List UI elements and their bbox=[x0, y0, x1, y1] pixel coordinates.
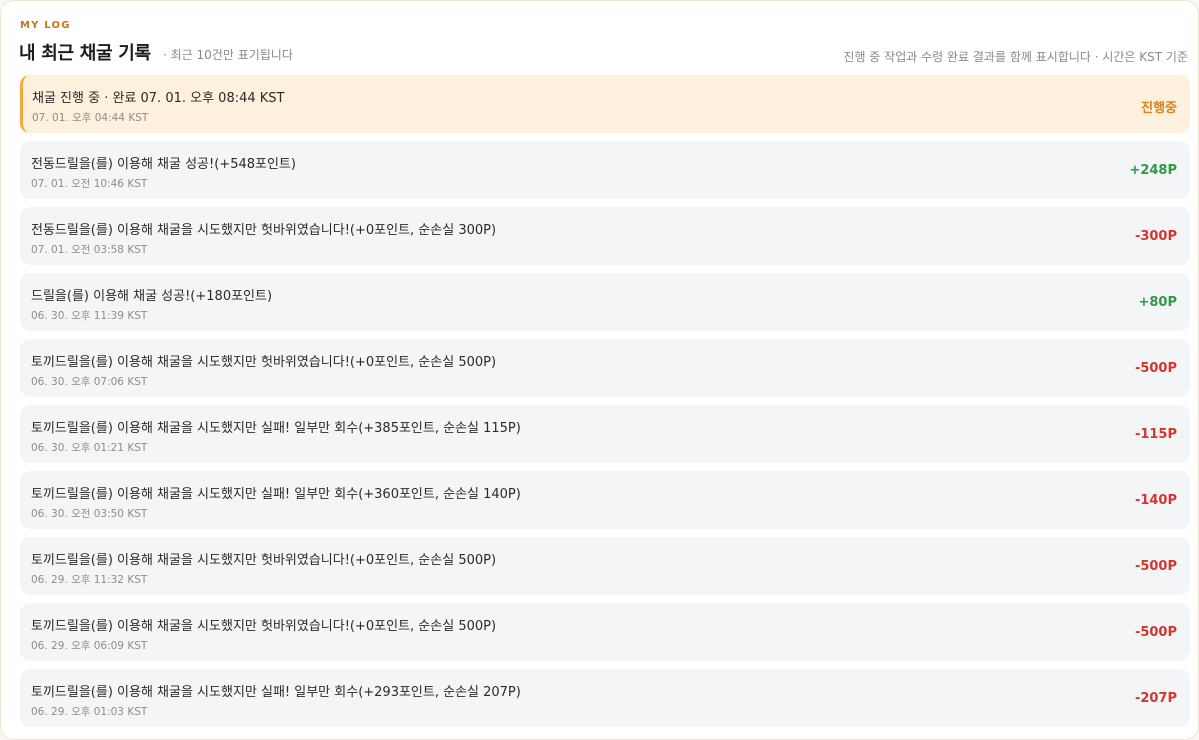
record-message: 전동드릴을(를) 이용해 채굴 성공!(+548포인트) bbox=[31, 157, 296, 172]
record-message: 전동드릴을(를) 이용해 채굴을 시도했지만 헛바위였습니다!(+0포인트, 순… bbox=[31, 223, 497, 238]
pending-mining-item: 채굴 진행 중 · 완료 07. 01. 오후 08:44 KST 07. 01… bbox=[20, 75, 1190, 133]
mining-log-card: MY LOG 내 최근 채굴 기록 · 최근 10건만 표기됩니다 진행 중 작… bbox=[0, 0, 1199, 740]
record-time: 06. 30. 오후 11:39 KST bbox=[31, 310, 148, 322]
record-message: 드릴을(를) 이용해 채굴 성공!(+180포인트) bbox=[31, 289, 273, 304]
record-message: 토끼드릴을(를) 이용해 채굴을 시도했지만 헛바위였습니다!(+0포인트, 순… bbox=[31, 355, 497, 370]
record-time: 07. 01. 오전 10:46 KST bbox=[31, 178, 148, 190]
record-amount: -207P bbox=[1134, 691, 1177, 706]
record-time: 06. 30. 오전 03:50 KST bbox=[31, 508, 148, 520]
list-item: 전동드릴을(를) 이용해 채굴 성공!(+548포인트) 07. 01. 오전 … bbox=[20, 141, 1190, 199]
page-subtitle: · 최근 10건만 표기됩니다 bbox=[163, 48, 293, 62]
timezone-note: 진행 중 작업과 수령 완료 결과를 함께 표시합니다 · 시간은 KST 기준 bbox=[843, 50, 1188, 64]
record-time: 06. 30. 오후 01:21 KST bbox=[31, 442, 148, 454]
record-amount: +248P bbox=[1129, 163, 1177, 178]
list-item: 토끼드릴을(를) 이용해 채굴을 시도했지만 실패! 일부만 회수(+385포인… bbox=[20, 405, 1190, 463]
record-amount: +80P bbox=[1138, 295, 1177, 310]
section-eyebrow: MY LOG bbox=[20, 20, 71, 31]
list-item: 토끼드릴을(를) 이용해 채굴을 시도했지만 실패! 일부만 회수(+293포인… bbox=[20, 669, 1190, 727]
list-item: 토끼드릴을(를) 이용해 채굴을 시도했지만 헛바위였습니다!(+0포인트, 순… bbox=[20, 603, 1190, 661]
mining-record-list: 채굴 진행 중 · 완료 07. 01. 오후 08:44 KST 07. 01… bbox=[20, 75, 1190, 735]
list-item: 토끼드릴을(를) 이용해 채굴을 시도했지만 헛바위였습니다!(+0포인트, 순… bbox=[20, 537, 1190, 595]
record-amount: -500P bbox=[1134, 361, 1177, 376]
list-item: 전동드릴을(를) 이용해 채굴을 시도했지만 헛바위였습니다!(+0포인트, 순… bbox=[20, 207, 1190, 265]
record-message: 토끼드릴을(를) 이용해 채굴을 시도했지만 헛바위였습니다!(+0포인트, 순… bbox=[31, 619, 497, 634]
record-message: 토끼드릴을(를) 이용해 채굴을 시도했지만 헛바위였습니다!(+0포인트, 순… bbox=[31, 553, 497, 568]
record-time: 06. 30. 오후 07:06 KST bbox=[31, 376, 148, 388]
record-amount: -500P bbox=[1134, 625, 1177, 640]
record-time: 06. 29. 오후 11:32 KST bbox=[31, 574, 148, 586]
record-amount: -115P bbox=[1134, 427, 1177, 442]
record-amount: -140P bbox=[1134, 493, 1177, 508]
pending-time: 07. 01. 오후 04:44 KST bbox=[32, 112, 149, 124]
record-time: 06. 29. 오후 06:09 KST bbox=[31, 640, 148, 652]
record-message: 토끼드릴을(를) 이용해 채굴을 시도했지만 실패! 일부만 회수(+293포인… bbox=[31, 685, 521, 700]
list-item: 토끼드릴을(를) 이용해 채굴을 시도했지만 실패! 일부만 회수(+360포인… bbox=[20, 471, 1190, 529]
record-amount: -500P bbox=[1134, 559, 1177, 574]
list-item: 드릴을(를) 이용해 채굴 성공!(+180포인트) 06. 30. 오후 11… bbox=[20, 273, 1190, 331]
list-item: 토끼드릴을(를) 이용해 채굴을 시도했지만 헛바위였습니다!(+0포인트, 순… bbox=[20, 339, 1190, 397]
record-time: 07. 01. 오전 03:58 KST bbox=[31, 244, 148, 256]
pending-message: 채굴 진행 중 · 완료 07. 01. 오후 08:44 KST bbox=[32, 91, 285, 106]
record-message: 토끼드릴을(를) 이용해 채굴을 시도했지만 실패! 일부만 회수(+385포인… bbox=[31, 421, 521, 436]
record-message: 토끼드릴을(를) 이용해 채굴을 시도했지만 실패! 일부만 회수(+360포인… bbox=[31, 487, 521, 502]
record-amount: -300P bbox=[1134, 229, 1177, 244]
record-time: 06. 29. 오후 01:03 KST bbox=[31, 706, 148, 718]
status-badge: 진행중 bbox=[1141, 101, 1177, 116]
page-title: 내 최근 채굴 기록 bbox=[19, 43, 151, 64]
